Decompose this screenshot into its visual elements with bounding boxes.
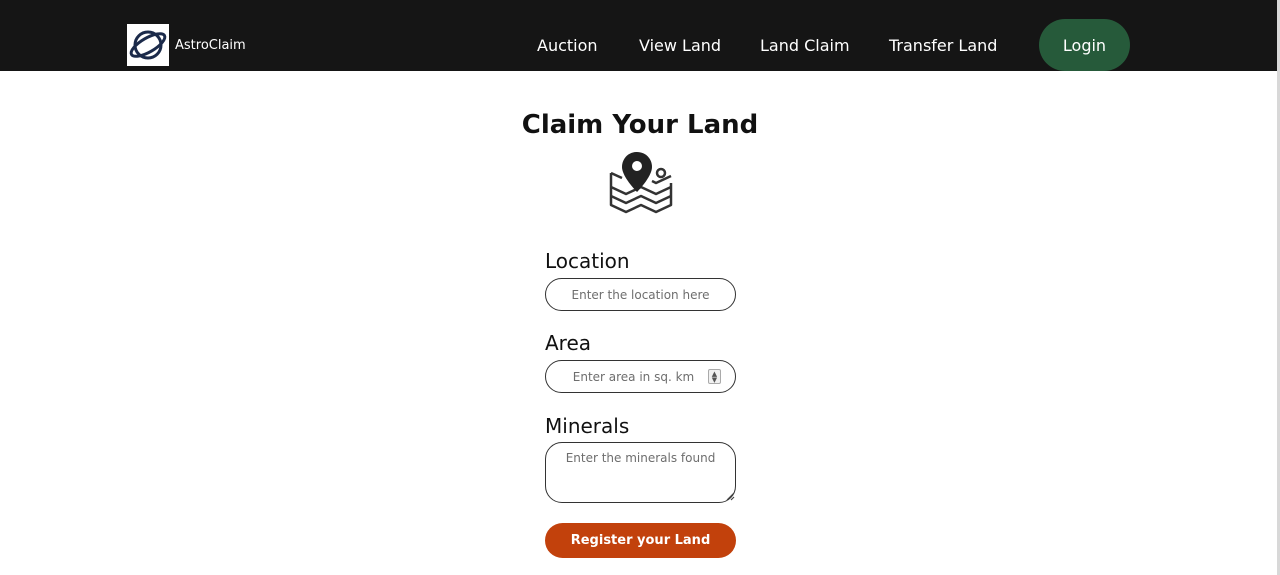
nav-link-view-land[interactable]: View Land xyxy=(639,36,721,55)
location-label: Location xyxy=(545,249,630,273)
register-land-button[interactable]: Register your Land xyxy=(545,523,736,558)
planet-icon xyxy=(127,24,169,66)
brand-name: AstroClaim xyxy=(175,37,246,53)
minerals-textarea[interactable] xyxy=(545,442,736,503)
nav-link-land-claim[interactable]: Land Claim xyxy=(760,36,850,55)
navbar: AstroClaim Auction View Land Land Claim … xyxy=(0,0,1280,71)
resize-grip-icon[interactable] xyxy=(726,492,735,501)
nav-link-auction[interactable]: Auction xyxy=(537,36,598,55)
login-button[interactable]: Login xyxy=(1039,19,1130,71)
map-pin-icon xyxy=(608,150,674,216)
minerals-label: Minerals xyxy=(545,414,630,438)
brand-home-link[interactable]: AstroClaim xyxy=(127,24,246,66)
nav-link-transfer-land[interactable]: Transfer Land xyxy=(889,36,997,55)
page-title: Claim Your Land xyxy=(521,110,759,140)
area-stepper[interactable]: ▲ ▼ xyxy=(708,369,721,384)
area-label: Area xyxy=(545,331,592,355)
location-input[interactable] xyxy=(545,278,736,311)
